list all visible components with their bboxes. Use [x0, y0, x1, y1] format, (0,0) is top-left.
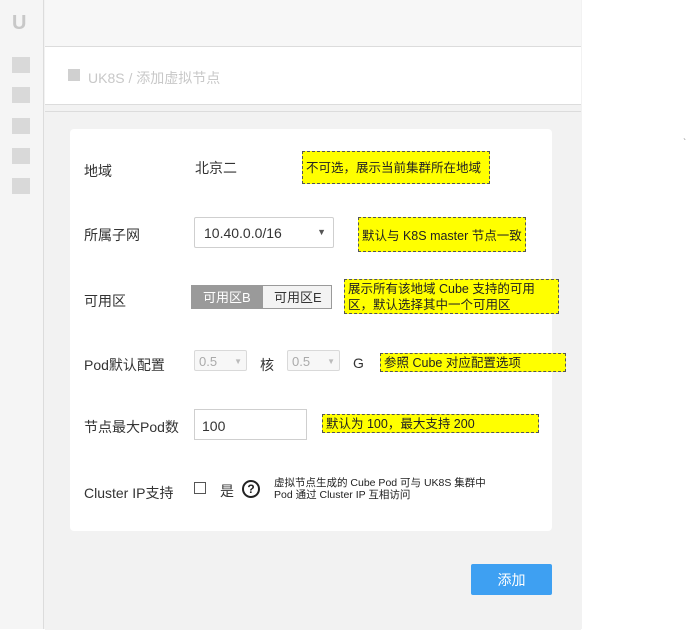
nav-icon-4[interactable]	[12, 148, 30, 164]
cluster-ip-checkbox-label: 是	[220, 483, 234, 499]
form-card	[70, 129, 552, 531]
sidebar: U	[0, 0, 44, 629]
zone-option-e[interactable]: 可用区E	[262, 285, 332, 309]
pod-cpu-select[interactable]: 0.5 ▼	[194, 350, 247, 371]
subnet-label: 所属子网	[84, 227, 140, 243]
max-pods-label: 节点最大Pod数	[84, 419, 179, 435]
annotation-region: 不可选，展示当前集群所在地域	[302, 151, 490, 184]
chevron-down-icon: ▼	[234, 357, 242, 366]
annotation-max-pods: 默认为 100，最大支持 200	[322, 414, 539, 433]
cluster-ip-checkbox[interactable]	[194, 482, 206, 494]
pod-cpu-unit: 核	[260, 357, 274, 373]
pod-memory-value: 0.5	[292, 354, 311, 369]
subnet-select[interactable]: 10.40.0.0/16 ▼	[194, 217, 334, 248]
max-pods-input[interactable]: 100	[194, 409, 307, 440]
region-label: 地域	[84, 163, 112, 179]
edge-mark: ˎ	[683, 129, 687, 141]
chevron-down-icon: ▼	[327, 357, 335, 366]
pod-memory-unit: G	[353, 355, 364, 371]
annotation-subnet: 默认与 K8S master 节点一致	[358, 217, 526, 252]
annotation-zone: 展示所有该地域 Cube 支持的可用 区，默认选择其中一个可用区	[344, 279, 559, 314]
cluster-ip-note: 虚拟节点生成的 Cube Pod 可与 UK8S 集群中 Pod 通过 Clus…	[274, 477, 486, 501]
add-button[interactable]: 添加	[471, 564, 552, 595]
annotation-pod-config: 参照 Cube 对应配置选项	[380, 353, 566, 372]
zone-segmented-control: 可用区B 可用区E	[191, 285, 332, 309]
pod-cpu-value: 0.5	[199, 354, 218, 369]
pod-memory-select[interactable]: 0.5 ▼	[287, 350, 340, 371]
breadcrumb-icon	[68, 69, 80, 81]
zone-option-b[interactable]: 可用区B	[191, 285, 263, 309]
nav-icon-3[interactable]	[12, 118, 30, 134]
cluster-ip-label: Cluster IP支持	[84, 485, 174, 501]
breadcrumb: UK8S / 添加虚拟节点	[45, 47, 581, 105]
cluster-ip-note-line1: 虚拟节点生成的 Cube Pod 可与 UK8S 集群中	[274, 477, 486, 489]
top-bar	[45, 0, 581, 47]
annotation-zone-line2: 区，默认选择其中一个可用区	[348, 298, 511, 312]
nav-icon-1[interactable]	[12, 57, 30, 73]
annotation-zone-line1: 展示所有该地域 Cube 支持的可用	[348, 282, 535, 296]
zone-label: 可用区	[84, 293, 126, 309]
pod-config-label: Pod默认配置	[84, 357, 165, 373]
chevron-down-icon: ▼	[317, 227, 326, 237]
nav-icon-2[interactable]	[12, 87, 30, 103]
cluster-ip-note-line2: Pod 通过 Cluster IP 互相访问	[274, 489, 411, 501]
help-icon[interactable]: ?	[242, 480, 260, 498]
subnet-select-value: 10.40.0.0/16	[204, 225, 282, 241]
breadcrumb-text[interactable]: UK8S / 添加虚拟节点	[88, 68, 220, 88]
region-value: 北京二	[195, 160, 237, 176]
nav-icon-5[interactable]	[12, 178, 30, 194]
app-logo: U	[12, 12, 27, 34]
